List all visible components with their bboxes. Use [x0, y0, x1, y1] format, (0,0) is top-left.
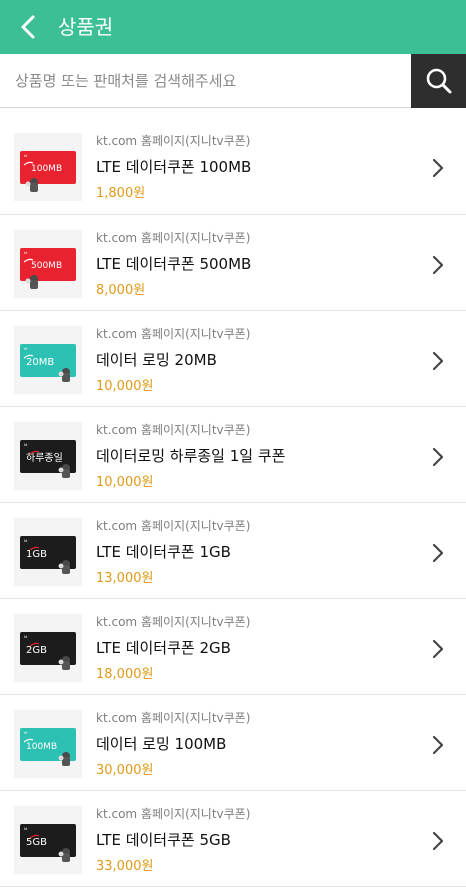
seller-name: kt.com 홈페이지(지니tv쿠폰) — [96, 423, 251, 437]
product-name: LTE 데이터쿠폰 100MB — [96, 158, 252, 176]
product-price: 10,000원 — [96, 475, 154, 490]
chevron-right-icon — [432, 447, 444, 467]
list-item[interactable]: kt 2GB kt.com 홈페이지(지니tv쿠폰) LTE 데이터쿠폰 2GB… — [0, 599, 466, 695]
product-price: 1,800원 — [96, 186, 146, 201]
coupon-card-image: kt 500MB — [20, 248, 76, 289]
product-price: 30,000원 — [96, 763, 154, 778]
card-label: 2GB — [26, 645, 47, 656]
chevron-right-icon — [432, 158, 444, 178]
coupon-card-image: kt 5GB — [20, 824, 76, 862]
product-price: 18,000원 — [96, 667, 154, 682]
seller-name: kt.com 홈페이지(지니tv쿠폰) — [96, 615, 251, 629]
list-item[interactable]: kt 5GB kt.com 홈페이지(지니tv쿠폰) LTE 데이터쿠폰 5GB… — [0, 791, 466, 887]
product-name: LTE 데이터쿠폰 1GB — [96, 543, 231, 561]
coupon-card-image: kt 하루종일 — [20, 440, 76, 478]
chevron-right-icon — [432, 255, 444, 275]
chevron-right-icon — [432, 735, 444, 755]
coupon-card-image: kt 1GB — [20, 536, 76, 574]
list-item[interactable]: kt 20MB kt.com 홈페이지(지니tv쿠폰) 데이터 로밍 20MB … — [0, 311, 466, 407]
coupon-card-image: kt 100MB — [20, 728, 76, 766]
product-name: 데이터 로밍 20MB — [96, 351, 217, 369]
product-price: 10,000원 — [96, 379, 154, 394]
product-name: LTE 데이터쿠폰 500MB — [96, 255, 252, 273]
list-item[interactable]: kt 1GB kt.com 홈페이지(지니tv쿠폰) LTE 데이터쿠폰 1GB… — [0, 503, 466, 599]
search-bar — [0, 54, 466, 108]
product-name: 데이터 로밍 100MB — [96, 735, 227, 753]
product-thumbnail: kt 100MB — [14, 133, 82, 201]
card-label: 1GB — [26, 549, 47, 560]
card-label: 100MB — [31, 164, 62, 174]
coupon-card-image: kt 20MB — [20, 344, 76, 382]
chevron-left-icon — [21, 15, 35, 39]
search-icon — [426, 68, 451, 94]
seller-name: kt.com 홈페이지(지니tv쿠폰) — [96, 519, 251, 533]
card-label: 5GB — [26, 837, 47, 848]
seller-name: kt.com 홈페이지(지니tv쿠폰) — [96, 807, 251, 821]
card-label: 20MB — [26, 357, 54, 368]
product-price: 13,000원 — [96, 571, 154, 586]
list-item[interactable]: kt 100MB kt.com 홈페이지(지니tv쿠폰) 데이터 로밍 100M… — [0, 695, 466, 791]
product-thumbnail: kt 1GB — [14, 518, 82, 586]
product-thumbnail: kt 100MB — [14, 710, 82, 778]
page-title: 상품권 — [58, 15, 114, 39]
seller-name: kt.com 홈페이지(지니tv쿠폰) — [96, 711, 251, 725]
search-input[interactable] — [0, 54, 411, 107]
coupon-card-image: kt 100MB — [20, 151, 76, 192]
product-price: 8,000원 — [96, 283, 146, 298]
seller-name: kt.com 홈페이지(지니tv쿠폰) — [96, 231, 251, 245]
chevron-right-icon — [432, 831, 444, 851]
chevron-right-icon — [432, 351, 444, 371]
seller-name: kt.com 홈페이지(지니tv쿠폰) — [96, 134, 251, 148]
back-button[interactable] — [18, 14, 42, 40]
app-header: 상품권 — [0, 0, 466, 54]
product-thumbnail: kt 2GB — [14, 614, 82, 682]
product-list: kt 100MB kt.com 홈페이지(지니tv쿠폰) LTE 데이터쿠폰 1… — [0, 118, 466, 887]
card-label: 500MB — [31, 261, 62, 271]
chevron-right-icon — [432, 639, 444, 659]
product-price: 33,000원 — [96, 859, 154, 874]
list-item[interactable]: kt 하루종일 kt.com 홈페이지(지니tv쿠폰) 데이터로밍 하루종일 1… — [0, 407, 466, 503]
search-button[interactable] — [411, 54, 466, 108]
product-name: 데이터로밍 하루종일 1일 쿠폰 — [96, 447, 286, 465]
coupon-card-image: kt 2GB — [20, 632, 76, 670]
product-thumbnail: kt 5GB — [14, 806, 82, 874]
card-label: 100MB — [26, 742, 57, 752]
product-thumbnail: kt 500MB — [14, 230, 82, 298]
chevron-right-icon — [432, 543, 444, 563]
product-name: LTE 데이터쿠폰 2GB — [96, 639, 231, 657]
list-item[interactable]: kt 100MB kt.com 홈페이지(지니tv쿠폰) LTE 데이터쿠폰 1… — [0, 118, 466, 215]
product-name: LTE 데이터쿠폰 5GB — [96, 831, 231, 849]
product-thumbnail: kt 하루종일 — [14, 422, 82, 490]
list-item[interactable]: kt 500MB kt.com 홈페이지(지니tv쿠폰) LTE 데이터쿠폰 5… — [0, 215, 466, 311]
product-thumbnail: kt 20MB — [14, 326, 82, 394]
seller-name: kt.com 홈페이지(지니tv쿠폰) — [96, 327, 251, 341]
